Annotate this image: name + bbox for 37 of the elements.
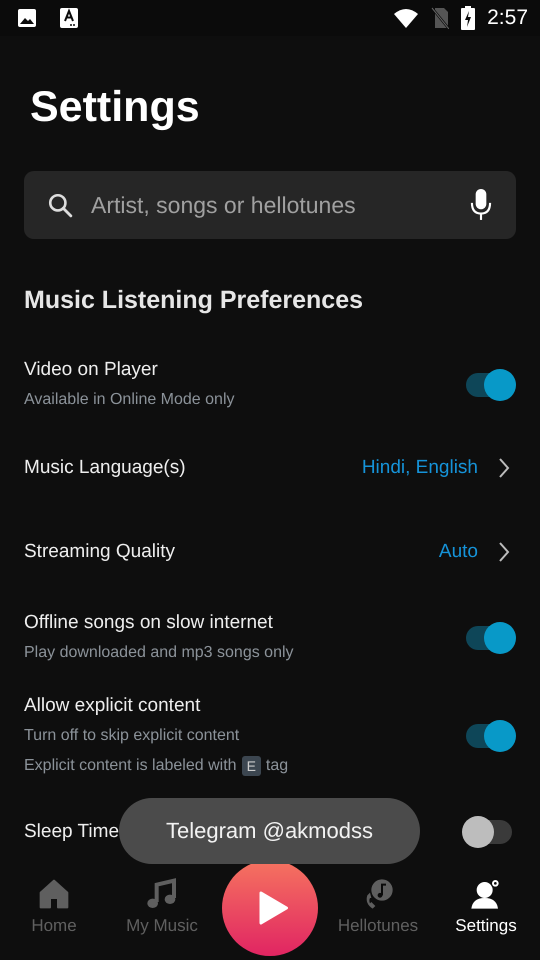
setting-label: Sleep Time <box>24 820 120 844</box>
page-title: Settings <box>30 82 201 133</box>
home-icon <box>38 878 70 910</box>
setting-label: Music Language(s) <box>24 456 186 480</box>
no-sim-icon <box>431 6 450 29</box>
music-note-icon <box>146 878 178 910</box>
search-field[interactable]: Artist, songs or hellotunes <box>91 192 452 219</box>
font-icon <box>59 8 79 28</box>
toast-message: Telegram @akmodss <box>119 798 420 864</box>
chevron-right-icon <box>498 541 510 564</box>
battery-charging-icon <box>461 6 476 30</box>
setting-label: Streaming Quality <box>24 540 176 564</box>
nav-tab[interactable]: Home <box>0 870 108 960</box>
nav-tab[interactable]: Settings <box>432 870 540 960</box>
image-icon <box>17 8 37 28</box>
setting-description: Available in Online Mode only <box>24 390 234 410</box>
section-heading: Music Listening Preferences <box>24 285 364 316</box>
search-icon <box>47 192 73 218</box>
wifi-icon <box>393 8 420 28</box>
setting-label: Allow explicit content <box>24 694 202 718</box>
nav-tab[interactable]: My Music <box>108 870 216 960</box>
nav-tab[interactable]: Hellotunes <box>324 870 432 960</box>
microphone-icon <box>470 189 492 222</box>
play-icon <box>258 891 288 926</box>
setting-label: Video on Player <box>24 358 159 382</box>
setting-value[interactable]: Auto <box>438 541 478 564</box>
setting-label: Offline songs on slow internet <box>24 611 274 636</box>
search-bar[interactable]: Artist, songs or hellotunes <box>24 170 516 240</box>
person-gear-icon <box>470 878 502 910</box>
setting-description: tag <box>266 756 288 776</box>
setting-description: Explicit content is labeled with <box>24 756 237 776</box>
explicit-tag: E <box>242 756 261 776</box>
clock-time: 2:57 <box>487 6 528 30</box>
chevron-right-icon <box>498 457 510 480</box>
setting-description: Play downloaded and mp3 songs only <box>24 643 294 664</box>
setting-description: Turn off to skip explicit content <box>24 726 240 746</box>
setting-value[interactable]: Hindi, English <box>362 457 478 480</box>
